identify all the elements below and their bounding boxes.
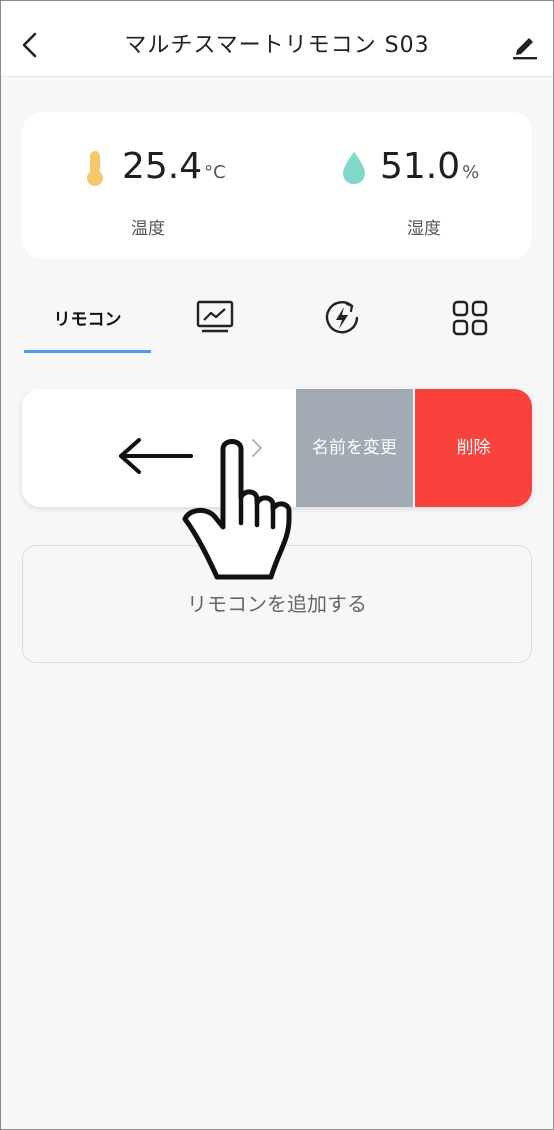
- thermometer-icon: [82, 148, 108, 192]
- temperature-value: 25.4: [122, 146, 203, 187]
- pencil-icon[interactable]: [509, 28, 539, 62]
- add-remote-label: リモコンを追加する: [187, 592, 367, 616]
- rename-button[interactable]: 名前を変更: [296, 389, 413, 507]
- temperature-unit: °C: [204, 162, 226, 183]
- grid-icon: [451, 300, 489, 341]
- energy-cycle-icon: [321, 301, 363, 343]
- top-bar: マルチスマートリモコン S03: [1, 1, 553, 77]
- water-drop-icon: [340, 148, 368, 192]
- tab-remote[interactable]: リモコン: [24, 291, 151, 351]
- temperature-reading: 25.4 °C 温度: [82, 142, 282, 242]
- list-item-body[interactable]: [22, 389, 296, 507]
- sensor-card: 25.4 °C 温度 51.0% 湿度: [22, 112, 532, 259]
- remote-list-item[interactable]: 名前を変更 削除: [22, 389, 532, 507]
- delete-button[interactable]: 削除: [415, 389, 532, 507]
- app-screen: マルチスマートリモコン S03 25.4 °C 温度 51.0 % 湿度 リモコ…: [0, 0, 554, 1130]
- tab-energy[interactable]: [321, 297, 361, 357]
- tab-remote-label: リモコン: [53, 310, 122, 330]
- humidity-unit: %: [462, 162, 480, 183]
- tab-chart[interactable]: [195, 299, 235, 359]
- tab-grid[interactable]: [451, 299, 491, 359]
- chart-monitor-icon: [195, 300, 235, 341]
- back-icon[interactable]: [15, 28, 45, 62]
- temperature-label: 温度: [131, 219, 165, 239]
- add-remote-button[interactable]: リモコンを追加する: [22, 545, 532, 663]
- humidity-value: 51.0: [380, 146, 461, 187]
- chevron-right-icon: [250, 437, 264, 463]
- active-tab-indicator: [24, 350, 151, 353]
- tab-bar: リモコン: [1, 291, 553, 355]
- humidity-label: 湿度: [407, 219, 441, 239]
- humidity-reading: 51.0% 湿度: [340, 142, 540, 242]
- page-title: マルチスマートリモコン S03: [124, 33, 430, 58]
